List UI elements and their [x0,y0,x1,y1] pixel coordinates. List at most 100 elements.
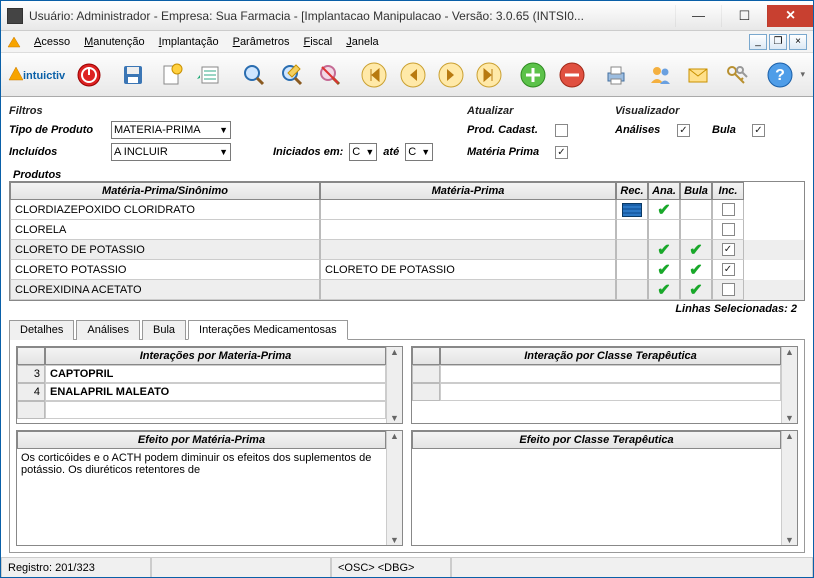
list-item[interactable]: 3CAPTOPRIL [17,365,386,383]
tipo-produto-label: Tipo de Produto [9,124,105,136]
check-icon: ✔ [689,280,702,300]
menu-label: arâmetros [240,36,290,48]
visualizador-legend: Visualizador [615,105,805,117]
materia-prima-checkbox[interactable]: ✓ [555,146,568,159]
tab-analises[interactable]: Análises [76,320,140,340]
last-button[interactable] [471,56,507,94]
menu-label: cesso [41,36,70,48]
mdi-minimize[interactable]: _ [749,34,767,50]
table-row[interactable]: CLORELA [10,220,804,240]
brand-logo: intuictive [5,64,69,85]
visualizador-group: Visualizador Análises✓ Bula✓ [615,99,805,167]
table-row[interactable]: CLORDIAZEPOXIDO CLORIDRATO✔ [10,200,804,220]
titlebar: Usuário: Administrador - Empresa: Sua Fa… [1,1,813,31]
col-bula[interactable]: Bula [680,182,712,200]
menu-fiscal[interactable]: Fiscal [296,34,339,50]
menu-parametros[interactable]: Parâmetros [226,34,297,50]
scrollbar[interactable]: ▲▼ [386,347,402,423]
table-row[interactable]: CLORETO DE POTASSIO✔✔✓ [10,240,804,260]
produtos-grid[interactable]: Matéria-Prima/Sinônimo Matéria-Prima Rec… [9,181,805,301]
inc-checkbox[interactable]: ✓ [722,263,735,276]
print-button[interactable] [598,56,634,94]
materia-prima-label: Matéria Prima [467,146,549,158]
analises-checkbox[interactable]: ✓ [677,124,690,137]
interacoes-mp-header: Interações por Materia-Prima [45,347,386,365]
filtros-legend: Filtros [9,105,449,117]
col-sinonimo[interactable]: Matéria-Prima/Sinônimo [10,182,320,200]
content-area: Filtros Tipo de Produto MATERIA-PRIMA▼ I… [1,97,813,557]
search-button[interactable] [236,56,272,94]
tab-bula[interactable]: Bula [142,320,186,340]
toolbar-overflow-icon[interactable]: ▾ [800,69,809,80]
status-registro: Registro: 201/323 [1,558,151,577]
inc-checkbox[interactable] [722,283,735,296]
table-row[interactable]: CLOREXIDINA ACETATO✔✔ [10,280,804,300]
mdi-restore[interactable]: ❐ [769,34,787,50]
first-button[interactable] [356,56,392,94]
add-button[interactable] [515,56,551,94]
power-button[interactable] [71,56,107,94]
save-button[interactable] [115,56,151,94]
iniciados-to-select[interactable]: C▼ [405,143,433,161]
menu-implantacao[interactable]: Implantação [152,34,226,50]
search-clear-button[interactable] [312,56,348,94]
col-materia-prima[interactable]: Matéria-Prima [320,182,616,200]
mail-button[interactable] [680,56,716,94]
menubar: Acesso Manutenção Implantação Parâmetros… [1,31,813,53]
col-inc[interactable]: Inc. [712,182,744,200]
menu-label: anela [352,36,379,48]
mdi-close[interactable]: × [789,34,807,50]
col-ana[interactable]: Ana. [648,182,680,200]
atualizar-group: Atualizar Prod. Cadast. Matéria Prima✓ [467,99,597,167]
prod-cadast-checkbox[interactable] [555,124,568,137]
minimize-button[interactable]: — [675,5,721,27]
svg-text:?: ? [775,67,785,84]
status-osc-dbg: <OSC> <DBG> [331,558,451,577]
toolbar: intuictive ? ▾ [1,53,813,97]
efeito-ct-grid: Efeito por Classe Terapêutica ▲▼ [411,430,798,546]
scrollbar[interactable]: ▲▼ [781,347,797,423]
analises-label: Análises [615,124,671,136]
menu-manutencao[interactable]: Manutenção [77,34,152,50]
tipo-produto-select[interactable]: MATERIA-PRIMA▼ [111,121,231,139]
list-button[interactable] [192,56,228,94]
inc-checkbox[interactable] [722,203,735,216]
statusbar: Registro: 201/323 <OSC> <DBG> [1,557,813,577]
inc-checkbox[interactable]: ✓ [722,243,735,256]
menu-acesso[interactable]: Acesso [27,34,77,50]
efeito-mp-header: Efeito por Matéria-Prima [17,431,386,449]
scrollbar[interactable]: ▲▼ [781,431,797,545]
maximize-button[interactable]: ☐ [721,5,767,27]
tab-interacoes[interactable]: Interações Medicamentosas [188,320,348,340]
produtos-legend: Produtos [9,169,805,181]
prev-button[interactable] [395,56,431,94]
remove-button[interactable] [553,56,589,94]
menu-label: iscal [310,36,332,48]
close-button[interactable]: × [767,5,813,27]
incluidos-select[interactable]: A INCLUIR▼ [111,143,231,161]
menu-janela[interactable]: Janela [339,34,385,50]
inc-checkbox[interactable] [722,223,735,236]
iniciados-from-select[interactable]: C▼ [349,143,377,161]
ate-label: até [383,146,399,158]
keys-button[interactable] [718,56,754,94]
bula-checkbox[interactable]: ✓ [752,124,765,137]
table-row[interactable]: CLORETO POTASSIOCLORETO DE POTASSIO✔✔✓ [10,260,804,280]
tab-detalhes[interactable]: Detalhes [9,320,74,340]
app-window: Usuário: Administrador - Empresa: Sua Fa… [0,0,814,578]
help-button[interactable]: ? [762,56,798,94]
rec-icon [622,203,642,217]
users-button[interactable] [642,56,678,94]
list-item[interactable]: 4ENALAPRIL MALEATO [17,383,386,401]
col-rec[interactable]: Rec. [616,182,648,200]
interacoes-ct-header: Interação por Classe Terapêutica [440,347,781,365]
list-item[interactable] [17,401,386,419]
new-button[interactable] [153,56,189,94]
tab-content: Interações por Materia-Prima 3CAPTOPRIL4… [9,340,805,553]
interacoes-ct-grid[interactable]: Interação por Classe Terapêutica ▲▼ [411,346,798,424]
search-edit-button[interactable] [274,56,310,94]
scrollbar[interactable]: ▲▼ [386,431,402,545]
next-button[interactable] [433,56,469,94]
interacoes-mp-grid[interactable]: Interações por Materia-Prima 3CAPTOPRIL4… [16,346,403,424]
check-icon: ✔ [689,260,702,280]
